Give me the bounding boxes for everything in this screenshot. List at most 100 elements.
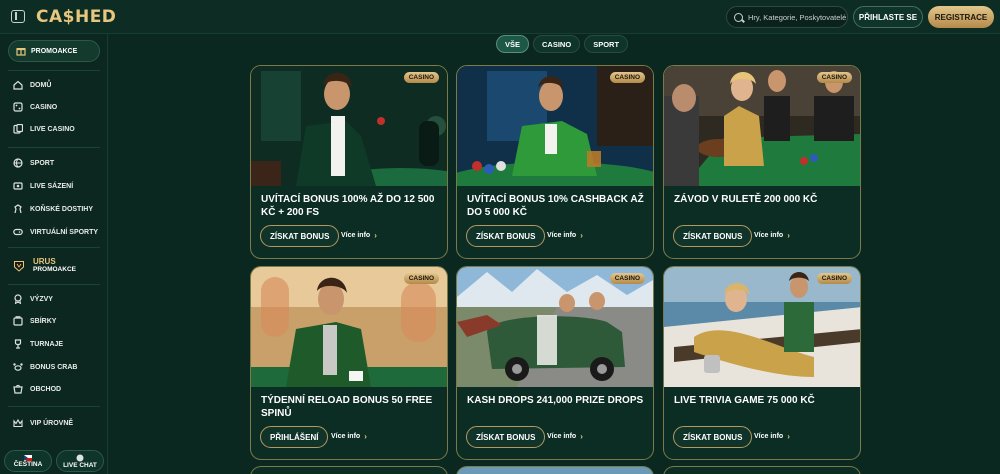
tab-sport[interactable]: SPORT xyxy=(584,35,629,53)
live-casino-icon xyxy=(13,124,23,134)
sidebar-item-label: CASINO xyxy=(30,103,58,111)
get-bonus-button[interactable]: ZÍSKAT BONUS xyxy=(673,225,753,247)
sidebar-item-label: SPORT xyxy=(30,159,55,167)
sidebar-toggle-icon[interactable] xyxy=(11,10,25,23)
divider xyxy=(8,147,100,148)
sidebar-item-casino[interactable]: CASINO xyxy=(13,100,57,114)
sidebar-item-promotions[interactable]: PROMOAKCE xyxy=(8,40,100,62)
more-info-label: Více info xyxy=(547,232,577,239)
sidebar-item-label: PROMOAKCE xyxy=(31,47,78,55)
sidebar-item-label: BONUS CRAB xyxy=(30,363,78,371)
promo-card[interactable]: CASINO LIVE TRIVIA GAME 75 000 KČ ZÍSKAT… xyxy=(663,266,861,460)
promo-image-cashback-bonus xyxy=(457,66,653,186)
more-info-link[interactable]: Více info › xyxy=(547,231,583,240)
home-icon xyxy=(13,80,23,90)
trophy-icon xyxy=(14,339,22,349)
sidebar-item-tournaments[interactable]: TURNAJE xyxy=(13,337,63,351)
sidebar-item-label: VÝZVY xyxy=(30,295,53,303)
sidebar-item-vip[interactable]: VIP ÚROVNĚ xyxy=(13,416,73,430)
more-info-label: Více info xyxy=(547,433,577,440)
category-badge: CASINO xyxy=(816,72,852,83)
promo-image-kash-drops xyxy=(457,267,653,387)
language-selector[interactable]: ČEŠTINA xyxy=(4,450,52,472)
sidebar-item-label: OBCHOD xyxy=(30,385,62,393)
tab-all[interactable]: VŠE xyxy=(496,35,530,53)
promo-card-partial[interactable] xyxy=(663,466,861,474)
sidebar-item-label: KOŇSKÉ DOSTIHY xyxy=(30,205,94,213)
live-chat-button[interactable]: LIVE CHAT xyxy=(56,450,104,472)
more-info-label: Více info xyxy=(754,433,784,440)
sidebar-item-virtual-sports[interactable]: VIRTUÁLNÍ SPORTY xyxy=(13,225,98,239)
live-chat-label: LIVE CHAT xyxy=(63,461,97,469)
category-badge: CASINO xyxy=(609,72,645,83)
more-info-link[interactable]: Více info › xyxy=(331,432,367,441)
sidebar-item-home[interactable]: DOMŮ xyxy=(13,78,51,92)
sidebar-item-sport[interactable]: SPORT xyxy=(13,156,54,170)
horse-icon xyxy=(14,204,22,214)
promo-title: KASH DROPS 241,000 PRIZE DROPS xyxy=(467,395,644,406)
category-badge: CASINO xyxy=(403,72,439,83)
vip-crown-icon xyxy=(13,418,23,428)
sidebar-item-label: TURNAJE xyxy=(30,340,64,348)
sidebar-item-horse-racing[interactable]: KOŇSKÉ DOSTIHY xyxy=(13,202,93,216)
promo-title: UVÍTACÍ BONUS 10% CASHBACK AŽ DO 5 000 K… xyxy=(467,194,644,218)
more-info-label: Více info xyxy=(331,433,361,440)
chevron-right-icon: › xyxy=(374,231,377,240)
more-info-link[interactable]: Více info › xyxy=(547,432,583,441)
sidebar-item-bonus-crab[interactable]: BONUS CRAB xyxy=(13,360,77,374)
sidebar-item-label: DOMŮ xyxy=(30,81,52,89)
more-info-label: Více info xyxy=(341,232,371,239)
register-button[interactable]: REGISTRACE xyxy=(928,6,994,28)
search-input[interactable] xyxy=(748,12,847,22)
more-info-link[interactable]: Více info › xyxy=(754,231,790,240)
category-badge: CASINO xyxy=(816,273,852,284)
login-button[interactable]: PŘIHLASTE SE xyxy=(853,6,923,28)
more-info-link[interactable]: Více info › xyxy=(754,432,790,441)
sidebar-item-live-betting[interactable]: LIVE SÁZENÍ xyxy=(13,179,73,193)
divider xyxy=(8,406,100,407)
sidebar-item-shop[interactable]: OBCHOD xyxy=(13,382,61,396)
promo-card[interactable]: CASINO ZÁVOD V RULETĚ 200 000 KČ ZÍSKAT … xyxy=(663,65,861,259)
chevron-right-icon: › xyxy=(580,432,583,441)
sidebar-item-label: LIVE SÁZENÍ xyxy=(30,182,74,190)
sidebar-item-label: LIVE CASINO xyxy=(30,125,75,133)
promo-image-welcome-bonus xyxy=(251,66,447,186)
get-bonus-button[interactable]: ZÍSKAT BONUS xyxy=(673,426,753,448)
promo-card-partial[interactable] xyxy=(456,466,654,474)
promo-title: LIVE TRIVIA GAME 75 000 KČ xyxy=(674,395,815,406)
logo[interactable]: CA$HED xyxy=(36,7,116,27)
get-bonus-button[interactable]: ZÍSKAT BONUS xyxy=(466,225,546,247)
promo-title: ZÁVOD V RULETĚ 200 000 KČ xyxy=(674,194,818,205)
more-info-label: Více info xyxy=(754,232,784,239)
promo-card[interactable]: CASINO TÝDENNÍ RELOAD BONUS 50 FREE SPIN… xyxy=(250,266,448,460)
urus-title: URUS xyxy=(33,257,56,266)
shop-icon xyxy=(13,384,23,394)
sidebar-item-urus-promotion[interactable]: URUS PROMOAKCE xyxy=(13,257,76,274)
sidebar-item-label: VIRTUÁLNÍ SPORTY xyxy=(30,228,99,236)
lamborghini-shield-icon xyxy=(14,260,24,272)
sidebar-item-challenges[interactable]: VÝZVY xyxy=(13,292,53,306)
more-info-link[interactable]: Více info › xyxy=(341,231,377,240)
sidebar-item-label: VIP ÚROVNĚ xyxy=(30,419,74,427)
get-bonus-button[interactable]: ZÍSKAT BONUS xyxy=(466,426,546,448)
tab-casino[interactable]: CASINO xyxy=(533,35,581,53)
promo-card[interactable]: CASINO UVÍTACÍ BONUS 100% AŽ DO 12 500 K… xyxy=(250,65,448,259)
promo-card-partial[interactable] xyxy=(250,466,448,474)
promo-image-live-trivia xyxy=(664,267,860,387)
search-bar[interactable] xyxy=(726,6,848,28)
category-tabs: VŠE CASINO SPORT xyxy=(496,35,629,53)
sidebar-item-collections[interactable]: SBÍRKY xyxy=(13,314,56,328)
chat-icon xyxy=(76,454,84,461)
casino-icon xyxy=(13,102,23,112)
chevron-right-icon: › xyxy=(787,231,790,240)
login-button[interactable]: PŘIHLÁŠENÍ xyxy=(260,426,329,448)
search-icon xyxy=(734,12,743,22)
sidebar-item-live-casino[interactable]: LIVE CASINO xyxy=(13,122,75,136)
promo-card[interactable]: CASINO UVÍTACÍ BONUS 10% CASHBACK AŽ DO … xyxy=(456,65,654,259)
chevron-right-icon: › xyxy=(580,231,583,240)
crab-icon xyxy=(13,363,23,371)
category-badge: CASINO xyxy=(403,273,439,284)
promo-card[interactable]: CASINO KASH DROPS 241,000 PRIZE DROPS ZÍ… xyxy=(456,266,654,460)
get-bonus-button[interactable]: ZÍSKAT BONUS xyxy=(260,225,340,247)
promo-image-reload-bonus xyxy=(251,267,447,387)
